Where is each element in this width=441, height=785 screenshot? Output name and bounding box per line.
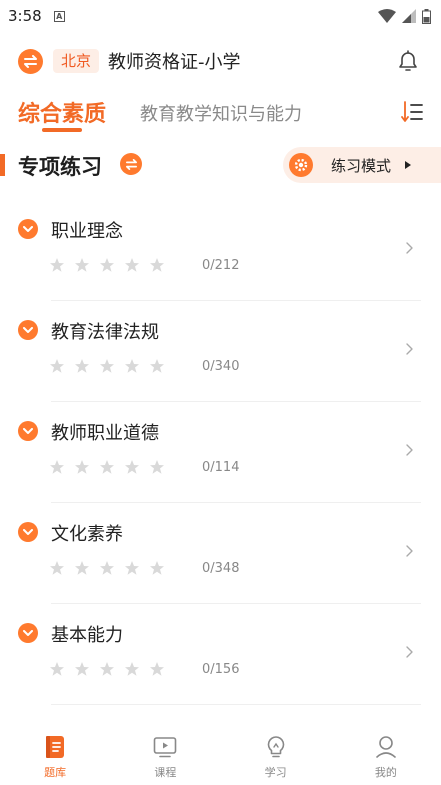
topic-title: 职业理念 <box>51 221 123 242</box>
topic-title: 教育法律法规 <box>51 322 159 343</box>
star-icon <box>75 662 89 676</box>
topic-progress: 0/156 <box>202 662 240 677</box>
signal-icon <box>402 9 416 23</box>
star-rating <box>49 661 165 677</box>
star-rating <box>49 358 165 374</box>
exam-name[interactable]: 教师资格证-小学 <box>108 48 241 74</box>
nav-courses[interactable]: 课程 <box>110 726 220 785</box>
chevron-right-icon <box>406 242 413 254</box>
chevron-right-icon <box>406 343 413 355</box>
star-icon <box>100 561 114 575</box>
star-icon <box>125 258 139 272</box>
star-icon <box>100 662 114 676</box>
star-icon <box>125 359 139 373</box>
list-item[interactable]: 教师职业道德 0/114 <box>0 402 441 503</box>
tab-active-indicator <box>42 128 82 132</box>
star-rating <box>49 459 165 475</box>
topic-list: 职业理念 0/212 教育法律法规 0/340 教师职业道德 0/114 文化素… <box>0 200 441 705</box>
divider <box>51 704 421 705</box>
sort-icon[interactable] <box>401 100 423 124</box>
star-icon <box>150 258 164 272</box>
star-icon <box>100 460 114 474</box>
subject-tabs: 综合素质 教育教学知识与能力 <box>0 94 441 134</box>
course-video-icon <box>152 734 178 760</box>
star-icon <box>75 359 89 373</box>
special-practice-header: 专项练习 练习模式 <box>0 145 441 185</box>
chevron-down-icon[interactable] <box>18 522 38 542</box>
chevron-right-icon <box>406 646 413 658</box>
play-arrow-icon <box>405 161 412 169</box>
star-icon <box>75 258 89 272</box>
star-icon <box>50 662 64 676</box>
list-item[interactable]: 基本能力 0/156 <box>0 604 441 705</box>
profile-icon <box>373 734 399 760</box>
nav-profile[interactable]: 我的 <box>331 726 441 785</box>
star-icon <box>150 561 164 575</box>
chevron-down-icon[interactable] <box>18 320 38 340</box>
switch-exam-button[interactable] <box>18 48 43 74</box>
nav-question-bank[interactable]: 题库 <box>0 726 110 785</box>
list-item[interactable]: 职业理念 0/212 <box>0 200 441 301</box>
tab-teaching-knowledge[interactable]: 教育教学知识与能力 <box>140 100 302 126</box>
gear-icon <box>289 153 313 177</box>
topic-progress: 0/340 <box>202 359 240 374</box>
star-icon <box>100 258 114 272</box>
nav-label: 题库 <box>44 766 67 779</box>
chevron-down-icon[interactable] <box>18 421 38 441</box>
star-icon <box>150 359 164 373</box>
topic-progress: 0/348 <box>202 561 240 576</box>
question-bank-icon <box>42 734 68 760</box>
bottom-nav: 题库 课程 学习 我的 <box>0 726 441 785</box>
app-header: 北京 教师资格证-小学 <box>0 44 441 78</box>
bell-icon[interactable] <box>397 49 419 73</box>
battery-icon <box>422 8 431 24</box>
star-icon <box>150 662 164 676</box>
star-icon <box>125 662 139 676</box>
star-rating <box>49 257 165 273</box>
topic-title: 教师职业道德 <box>51 423 159 444</box>
notification-icon: A <box>53 10 65 22</box>
topic-progress: 0/212 <box>202 258 240 273</box>
list-item[interactable]: 文化素养 0/348 <box>0 503 441 604</box>
chevron-right-icon <box>406 545 413 557</box>
star-icon <box>75 460 89 474</box>
nav-label: 我的 <box>374 766 397 779</box>
nav-label: 课程 <box>154 766 177 779</box>
list-item[interactable]: 教育法律法规 0/340 <box>0 301 441 402</box>
chevron-right-icon <box>406 444 413 456</box>
lightbulb-icon <box>263 734 289 760</box>
nav-study[interactable]: 学习 <box>221 726 331 785</box>
star-icon <box>75 561 89 575</box>
nav-label: 学习 <box>264 766 287 779</box>
star-icon <box>150 460 164 474</box>
city-selector[interactable]: 北京 <box>53 49 100 73</box>
topic-progress: 0/114 <box>202 460 240 475</box>
star-icon <box>50 258 64 272</box>
section-accent-bar <box>0 154 5 176</box>
section-title: 专项练习 <box>18 155 102 179</box>
star-icon <box>125 561 139 575</box>
chevron-down-icon[interactable] <box>18 219 38 239</box>
topic-title: 基本能力 <box>51 625 123 646</box>
swap-icon <box>24 54 37 68</box>
status-bar: 3:58 A <box>0 0 441 32</box>
star-icon <box>100 359 114 373</box>
star-icon <box>50 460 64 474</box>
wifi-icon <box>378 9 396 23</box>
topic-title: 文化素养 <box>51 524 123 545</box>
practice-mode-label: 练习模式 <box>331 156 392 175</box>
star-icon <box>50 561 64 575</box>
practice-mode-button[interactable]: 练习模式 <box>283 147 441 183</box>
chevron-down-icon[interactable] <box>18 623 38 643</box>
switch-section-button[interactable] <box>120 153 142 175</box>
star-icon <box>50 359 64 373</box>
status-time: 3:58 <box>8 7 42 25</box>
tab-comprehensive-quality[interactable]: 综合素质 <box>18 96 106 128</box>
swap-icon <box>125 158 137 170</box>
star-rating <box>49 560 165 576</box>
status-indicators <box>378 8 431 24</box>
star-icon <box>125 460 139 474</box>
